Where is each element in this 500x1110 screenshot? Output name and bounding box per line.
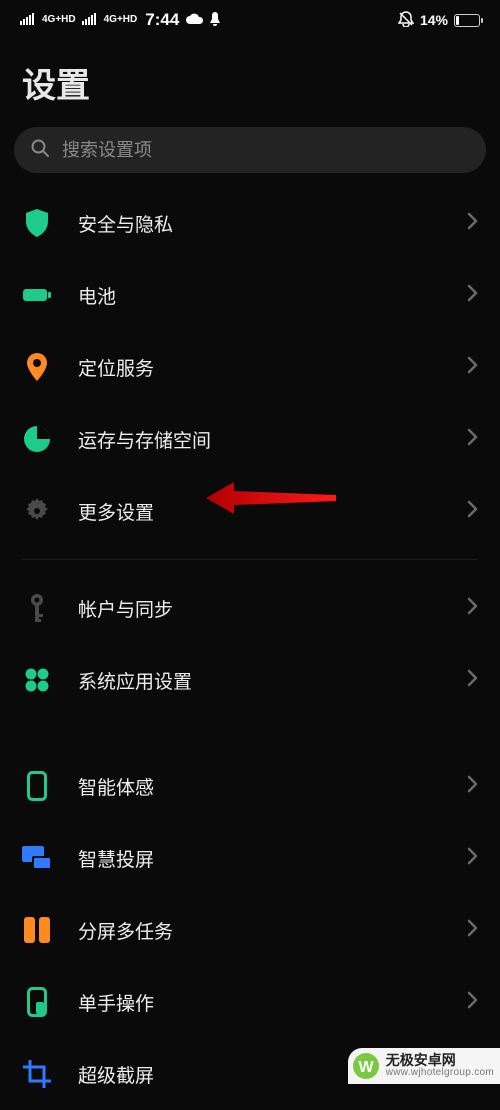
battery-percent: 14% [420,12,448,28]
settings-item-label: 单手操作 [78,989,440,1016]
settings-item-label: 定位服务 [78,354,440,381]
page-title: 设置 [0,40,500,127]
chevron-right-icon [466,596,478,621]
chevron-right-icon [466,668,478,693]
watermark-sub: www.wjhotelgroup.com [386,1068,494,1079]
settings-item-onehand[interactable]: 单手操作 [14,966,486,1038]
search-input[interactable] [62,140,470,161]
watermark: W 无极安卓网 www.wjhotelgroup.com [348,1048,500,1084]
settings-item-key[interactable]: 帐户与同步 [14,572,486,644]
chevron-right-icon [466,918,478,943]
signal-bars-1-icon [20,12,36,28]
cast-icon [22,843,52,873]
chevron-right-icon [466,283,478,308]
settings-item-battery[interactable]: 电池 [14,259,486,331]
chevron-right-icon [466,990,478,1015]
settings-item-pin[interactable]: 定位服务 [14,331,486,403]
watermark-logo-icon: W [350,1050,382,1082]
settings-item-pie[interactable]: 运存与存储空间 [14,403,486,475]
clock: 7:44 [145,10,179,30]
chevron-right-icon [466,499,478,524]
chevron-right-icon [466,846,478,871]
svg-text:W: W [358,1059,374,1076]
settings-item-label: 电池 [78,282,440,309]
network-type-1: 4G+HD [42,15,76,25]
settings-item-shield[interactable]: 安全与隐私 [14,187,486,259]
settings-item-split[interactable]: 分屏多任务 [14,894,486,966]
watermark-title: 无极安卓网 [386,1053,494,1068]
shield-icon [22,208,52,238]
chevron-right-icon [466,355,478,380]
chevron-right-icon [466,774,478,799]
settings-item-label: 智慧投屏 [78,845,440,872]
settings-item-gear[interactable]: 更多设置 [14,475,486,547]
settings-item-label: 系统应用设置 [78,667,440,694]
dnd-icon [398,11,414,30]
chevron-right-icon [466,427,478,452]
pin-icon [22,352,52,382]
settings-item-cast[interactable]: 智慧投屏 [14,822,486,894]
gear-icon [22,496,52,526]
settings-item-phone-outline[interactable]: 智能体感 [14,750,486,822]
signal-bars-2-icon [82,12,98,28]
chevron-right-icon [466,211,478,236]
split-icon [22,915,52,945]
settings-item-label: 运存与存储空间 [78,426,440,453]
search-bar[interactable] [14,127,486,173]
settings-item-clover[interactable]: 系统应用设置 [14,644,486,716]
pie-icon [22,424,52,454]
phone-outline-icon [22,771,52,801]
clover-icon [22,665,52,695]
crop-icon [22,1059,52,1089]
cloud-icon [185,12,203,29]
settings-item-label: 安全与隐私 [78,210,440,237]
network-type-2: 4G+HD [104,15,138,25]
battery-icon [454,14,480,27]
status-bar: 4G+HD 4G+HD 7:44 14% [0,0,500,40]
settings-item-label: 更多设置 [78,498,440,525]
settings-item-label: 帐户与同步 [78,595,440,622]
settings-item-label: 智能体感 [78,773,440,800]
onehand-icon [22,987,52,1017]
battery-icon [22,280,52,310]
key-icon [22,593,52,623]
notification-icon [209,12,221,29]
settings-item-label: 分屏多任务 [78,917,440,944]
search-icon [30,138,50,163]
